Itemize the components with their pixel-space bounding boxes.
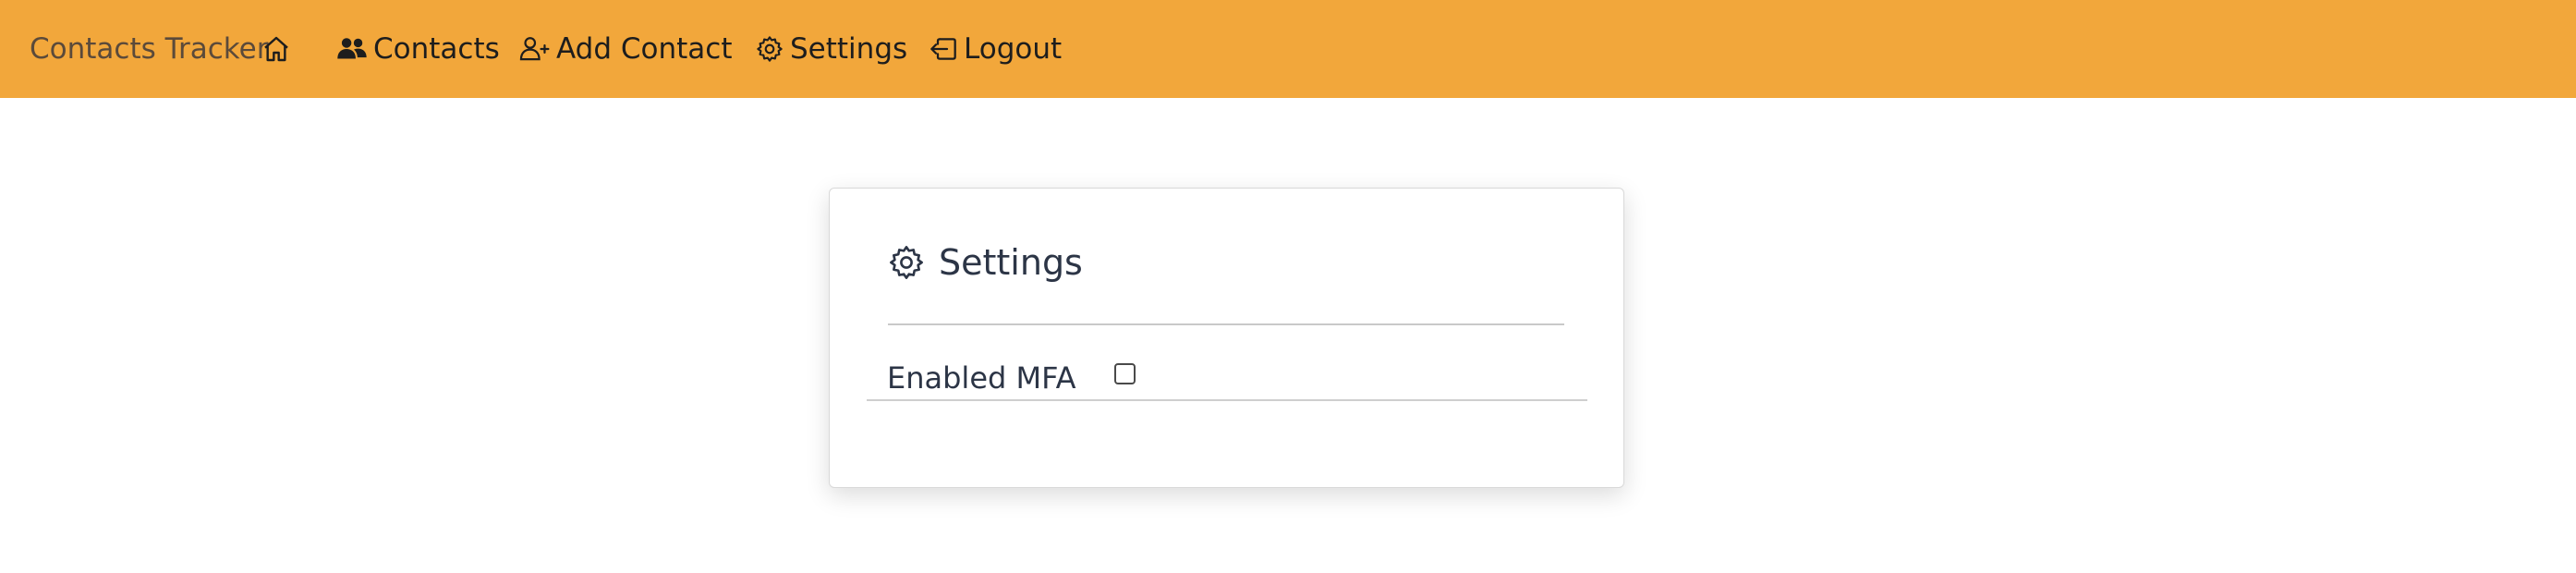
nav-contacts-label: Contacts: [373, 32, 500, 66]
nav-contacts[interactable]: Contacts: [336, 0, 500, 98]
people-icon: [336, 35, 368, 63]
gear-icon: [887, 243, 926, 282]
logout-icon: [929, 35, 958, 63]
setting-row-mfa: Enabled MFA: [867, 351, 1587, 401]
settings-title: Settings: [887, 242, 1083, 283]
home-link[interactable]: [261, 0, 297, 98]
nav-logout[interactable]: Logout: [929, 0, 1062, 98]
nav-logout-label: Logout: [964, 32, 1063, 66]
brand-link[interactable]: Contacts Tracker: [30, 0, 268, 98]
nav-add-contact-label: Add Contact: [556, 32, 733, 66]
nav-settings-label: Settings: [790, 32, 908, 66]
settings-card: Settings Enabled MFA: [829, 188, 1624, 488]
title-divider: [888, 323, 1564, 325]
navbar: Contacts Tracker Contacts Add Contact Se…: [0, 0, 2576, 98]
gear-icon: [755, 34, 784, 64]
mfa-checkbox[interactable]: [1114, 363, 1136, 384]
person-add-icon: [519, 35, 551, 63]
nav-add-contact[interactable]: Add Contact: [519, 0, 732, 98]
mfa-label: Enabled MFA: [887, 360, 1076, 396]
home-icon: [261, 34, 291, 64]
settings-title-text: Settings: [939, 242, 1083, 283]
nav-settings[interactable]: Settings: [755, 0, 907, 98]
